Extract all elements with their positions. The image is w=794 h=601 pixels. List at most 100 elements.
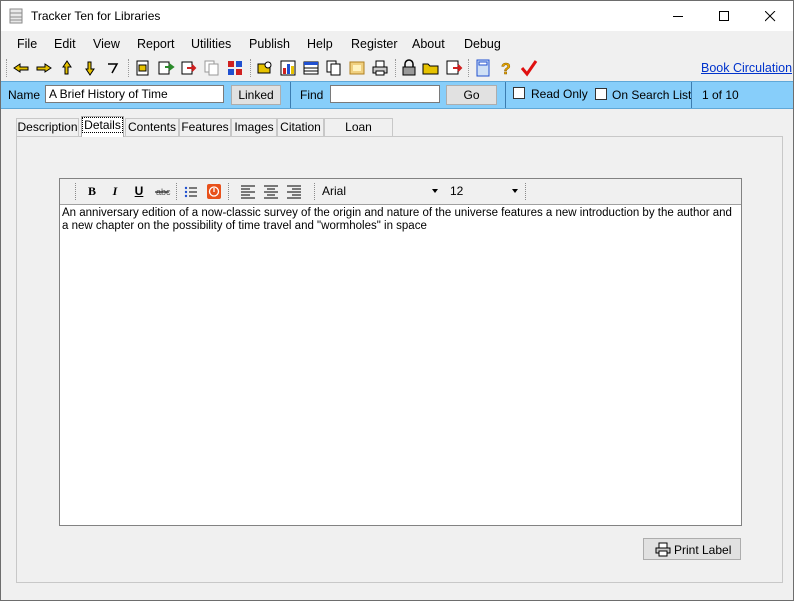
main-window: Tracker Ten for Libraries File Edit View… xyxy=(0,0,794,601)
book-circulation-link[interactable]: Book Circulation xyxy=(701,61,792,75)
menu-about[interactable]: About xyxy=(412,37,445,51)
open-folder-icon[interactable] xyxy=(422,59,440,77)
table-icon[interactable] xyxy=(302,59,320,77)
chevron-down-icon xyxy=(432,189,438,193)
help-icon[interactable]: ? xyxy=(497,59,515,77)
minimize-icon xyxy=(673,16,683,17)
toolbar-separator xyxy=(250,59,252,77)
align-right-icon[interactable] xyxy=(285,183,303,200)
toolbar-separator xyxy=(6,59,8,77)
menu-view[interactable]: View xyxy=(93,37,120,51)
maximize-button[interactable] xyxy=(701,1,747,31)
close-button[interactable] xyxy=(747,1,793,31)
menu-publish[interactable]: Publish xyxy=(249,37,290,51)
print-icon[interactable] xyxy=(371,59,389,77)
menu-edit[interactable]: Edit xyxy=(54,37,76,51)
editor-toolbar-separator xyxy=(525,183,527,200)
toolbar-separator xyxy=(468,59,470,77)
tab-details[interactable]: Details xyxy=(81,116,124,137)
save-icon[interactable] xyxy=(445,59,463,77)
read-only-label: Read Only xyxy=(531,87,588,101)
main-toolbar: ? Book Circulation xyxy=(1,56,793,80)
record-position: 1 of 10 xyxy=(702,88,739,102)
copy-icon[interactable] xyxy=(203,59,221,77)
tab-contents[interactable]: Contents xyxy=(125,118,179,136)
font-size-value: 12 xyxy=(450,184,464,198)
align-left-icon[interactable] xyxy=(239,183,257,200)
record-bar-divider xyxy=(505,82,506,108)
chevron-down-icon xyxy=(512,189,518,193)
title-bar: Tracker Ten for Libraries xyxy=(1,1,793,31)
calculator-icon[interactable] xyxy=(474,59,492,77)
editor-content[interactable]: An anniversary edition of a now-classic … xyxy=(62,207,737,233)
tab-features[interactable]: Features xyxy=(179,118,231,136)
check-icon[interactable] xyxy=(520,59,538,77)
go-button[interactable]: Go xyxy=(446,85,497,105)
strikethrough-icon[interactable]: abc xyxy=(153,183,171,200)
font-name-value: Arial xyxy=(322,184,347,198)
maximize-icon xyxy=(719,11,729,21)
menu-register[interactable]: Register xyxy=(351,37,398,51)
print-label-text: Print Label xyxy=(674,543,732,557)
name-field[interactable]: A Brief History of Time xyxy=(45,85,224,103)
underline-button[interactable]: U xyxy=(130,183,148,200)
menu-utilities[interactable]: Utilities xyxy=(191,37,231,51)
editor-toolbar-separator xyxy=(75,183,77,200)
linked-button[interactable]: Linked xyxy=(231,85,281,105)
italic-button[interactable]: I xyxy=(106,183,124,200)
tab-images[interactable]: Images xyxy=(231,118,277,136)
record-bar-divider xyxy=(691,82,692,108)
color-icon[interactable] xyxy=(205,183,223,200)
name-label: Name xyxy=(8,88,41,102)
minimize-button[interactable] xyxy=(655,1,701,31)
font-name-select[interactable]: Arial xyxy=(318,181,442,201)
toolbar-separator xyxy=(128,59,130,77)
on-search-list-checkbox[interactable] xyxy=(595,88,607,100)
editor-toolbar-separator xyxy=(176,183,178,200)
menu-bar: File Edit View Report Utilities Publish … xyxy=(1,33,793,55)
read-only-checkbox[interactable] xyxy=(513,87,525,99)
find-field[interactable] xyxy=(330,85,440,103)
tab-loan-history[interactable]: Loan History xyxy=(324,118,393,151)
tab-citation[interactable]: Citation xyxy=(277,118,324,136)
print-label-button[interactable]: Print Label xyxy=(643,538,741,560)
on-search-list-label: On Search List xyxy=(612,88,692,102)
first-record-icon[interactable] xyxy=(12,59,30,77)
menu-report[interactable]: Report xyxy=(137,37,175,51)
chart-icon[interactable] xyxy=(279,59,297,77)
menu-help[interactable]: Help xyxy=(307,37,333,51)
window-title: Tracker Ten for Libraries xyxy=(31,9,161,23)
toolbar-separator xyxy=(395,59,397,77)
menu-file[interactable]: File xyxy=(17,37,37,51)
close-icon xyxy=(765,11,776,22)
undo-icon[interactable] xyxy=(104,59,122,77)
editor-toolbar-separator xyxy=(314,183,316,200)
record-bar-divider xyxy=(290,82,291,108)
svg-text:?: ? xyxy=(501,61,511,77)
editor-toolbar-separator xyxy=(228,183,230,200)
find-label: Find xyxy=(300,88,324,102)
copy-pages-icon[interactable] xyxy=(325,59,343,77)
tab-details-label: Details xyxy=(82,117,123,133)
menu-debug[interactable]: Debug xyxy=(464,37,501,51)
lock-icon[interactable] xyxy=(400,59,418,77)
tab-description[interactable]: Description xyxy=(16,118,79,136)
bold-button[interactable]: B xyxy=(83,183,101,200)
app-icon xyxy=(9,8,23,24)
font-size-select[interactable]: 12 xyxy=(446,181,522,201)
find-icon[interactable] xyxy=(256,59,274,77)
image-icon[interactable] xyxy=(348,59,366,77)
next-record-icon[interactable] xyxy=(58,59,76,77)
printer-icon xyxy=(655,542,671,557)
last-record-icon[interactable] xyxy=(81,59,99,77)
import-icon[interactable] xyxy=(157,59,175,77)
export-icon[interactable] xyxy=(180,59,198,77)
open-file-icon[interactable] xyxy=(134,59,152,77)
previous-record-icon[interactable] xyxy=(35,59,53,77)
editor-toolbar: B I U abc Arial 12 xyxy=(60,179,741,205)
record-bar: Name A Brief History of Time Linked Find… xyxy=(1,81,793,109)
bullet-list-icon[interactable] xyxy=(182,183,200,200)
rich-text-editor: B I U abc Arial 12 An anniversary editio… xyxy=(59,178,742,526)
tools-icon[interactable] xyxy=(226,59,244,77)
align-center-icon[interactable] xyxy=(262,183,280,200)
